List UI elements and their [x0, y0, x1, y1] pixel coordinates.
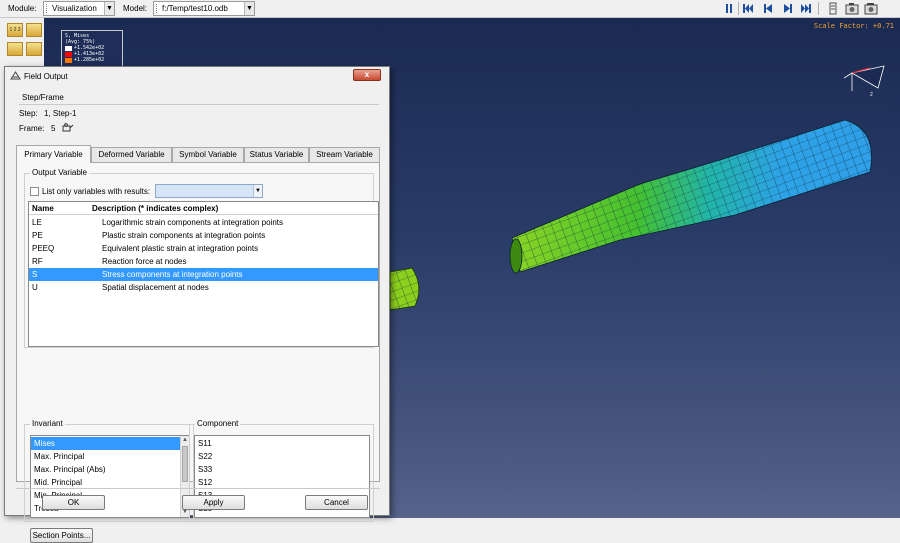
step-label: Step: — [19, 109, 38, 118]
scroll-up-icon[interactable]: ▲ — [181, 436, 189, 445]
field-output-dialog: Field Output x Step/Frame Step: 1, Step-… — [4, 66, 390, 543]
table-row-selected[interactable]: S Stress components at integration points — [29, 268, 378, 281]
view-triad — [843, 65, 885, 91]
next-frame-icon[interactable] — [781, 2, 795, 15]
step-value: 1, Step-1 — [44, 109, 77, 118]
list-only-label: List only variables with results: — [42, 187, 151, 196]
first-frame-icon[interactable] — [741, 2, 755, 15]
previous-frame-icon[interactable] — [761, 2, 775, 15]
invariant-item-selected[interactable]: Mises — [31, 437, 189, 450]
chevron-down-icon: ▼ — [104, 2, 114, 15]
close-icon: x — [364, 70, 370, 79]
tab-status-variable[interactable]: Status Variable — [244, 147, 309, 162]
abaqus-app-icon — [10, 71, 21, 80]
component-item[interactable]: S33 — [195, 463, 369, 476]
contour-options-icon[interactable] — [26, 23, 42, 37]
table-row[interactable]: PEEQ Equivalent plastic strain at integra… — [29, 242, 378, 255]
close-button[interactable]: x — [353, 69, 381, 81]
model-select[interactable]: f:/Temp/test10.odb ▼ — [153, 1, 255, 16]
output-variable-heading: Output Variable — [30, 168, 89, 177]
frame-select-icon[interactable] — [62, 123, 74, 132]
query-icon[interactable] — [826, 2, 840, 15]
tab-primary-variable[interactable]: Primary Variable — [16, 145, 91, 163]
camera-icon[interactable] — [845, 2, 859, 15]
common-options-icon[interactable] — [7, 42, 23, 56]
module-select-value: Visualization — [52, 4, 97, 13]
chevron-down-icon: ▼ — [244, 2, 254, 15]
primary-variable-panel: Output Variable List only variables with… — [16, 162, 380, 543]
table-row[interactable]: LE Logarithmic strain components at integ… — [29, 216, 378, 229]
results-options-icon[interactable]: 1 2 3 — [7, 23, 23, 37]
list-only-checkbox[interactable] — [30, 187, 39, 196]
scroll-thumb[interactable] — [182, 446, 188, 482]
invariant-heading: Invariant — [30, 419, 65, 428]
module-select[interactable]: Visualization ▼ — [43, 1, 115, 16]
pause-icon[interactable] — [722, 2, 736, 15]
section-points-button[interactable]: Section Points... — [30, 528, 93, 543]
invariant-item[interactable]: Max. Principal — [31, 450, 189, 463]
invariant-item[interactable]: Max. Principal (Abs) — [31, 463, 189, 476]
output-variable-table[interactable]: Name Description (* indicates complex) L… — [28, 201, 379, 347]
component-heading: Component — [195, 419, 241, 428]
chevron-down-icon: ▼ — [253, 185, 262, 197]
tab-stream-variable[interactable]: Stream Variable — [309, 147, 380, 162]
tab-symbol-variable[interactable]: Symbol Variable — [172, 147, 244, 162]
dialog-title: Field Output — [24, 72, 68, 81]
last-frame-icon[interactable] — [799, 2, 813, 15]
table-row[interactable]: RF Reaction force at nodes — [29, 255, 378, 268]
column-header-name: Name — [32, 204, 54, 213]
model-label: Model: — [123, 4, 148, 13]
frame-value: 5 — [51, 124, 56, 133]
snapshot-icon[interactable] — [864, 2, 878, 15]
dialog-titlebar[interactable]: Field Output x — [5, 67, 389, 85]
ok-button[interactable]: OK — [42, 495, 105, 510]
component-item[interactable]: S22 — [195, 450, 369, 463]
main-toolbar: Module: Visualization ▼ Model: f:/Temp/t… — [0, 0, 900, 18]
cancel-button[interactable]: Cancel — [305, 495, 368, 510]
module-label: Module: — [8, 4, 37, 13]
table-row[interactable]: PE Plastic strain components at integrati… — [29, 229, 378, 242]
tool-palette: 1 2 3 — [0, 18, 44, 68]
model-select-value: f:/Temp/test10.odb — [162, 4, 228, 13]
table-header: Name Description (* indicates complex) — [29, 202, 378, 215]
table-row[interactable]: U Spatial displacement at nodes — [29, 281, 378, 294]
triad-label: 2 — [870, 92, 873, 98]
results-filter-dropdown[interactable]: ▼ — [155, 184, 263, 198]
superimpose-options-icon[interactable] — [26, 42, 42, 56]
frame-label: Frame: — [19, 124, 45, 133]
column-header-description: Description (* indicates complex) — [92, 204, 219, 213]
tab-deformed-variable[interactable]: Deformed Variable — [91, 147, 172, 162]
apply-button[interactable]: Apply — [182, 495, 245, 510]
component-item[interactable]: S11 — [195, 437, 369, 450]
step-frame-heading: Step/Frame — [22, 93, 64, 102]
